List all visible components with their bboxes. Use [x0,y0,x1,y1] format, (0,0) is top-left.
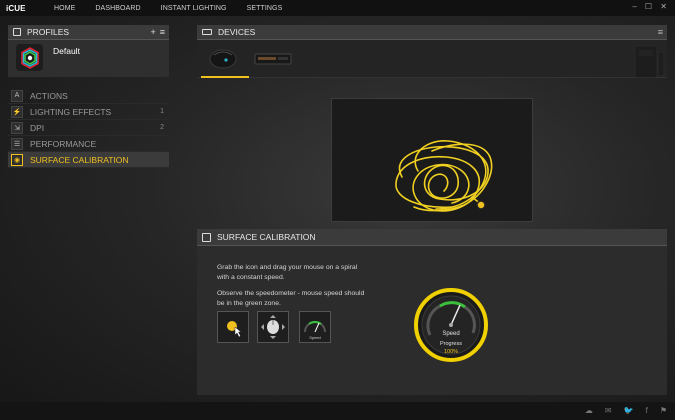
devices-panel: DEVICES ≡ [197,25,667,78]
memory-icon [254,53,292,64]
profile-logo-icon [16,44,43,71]
window-controls: – ☐ ✕ [632,2,667,11]
gauge-progress-label: Progress [440,341,462,347]
device-list [197,40,667,78]
menu-item-actions[interactable]: A ACTIONS [8,88,169,104]
menu-item-label: DPI [30,122,45,133]
mini-speedometer: Speed [299,311,331,343]
mini-gauge-label: Speed [309,335,321,340]
menu-item-label: ACTIONS [30,90,68,101]
devices-header: DEVICES ≡ [197,25,667,40]
target-icon: ◉ [11,153,23,166]
menu-item-surface-calibration[interactable]: ◉ SURFACE CALIBRATION [8,152,169,168]
mouse-move-demo [257,311,289,343]
menu-item-label: LIGHTING EFFECTS [30,106,112,117]
menu-item-count: 1 [160,108,164,115]
profiles-panel: PROFILES + ≡ Default [8,25,169,77]
nav-dashboard[interactable]: DASHBOARD [95,5,140,12]
cloud-icon[interactable]: ☁ [585,406,593,415]
drag-handle-demo [217,311,249,343]
footer-bar: ☁ ✉ 🐦 f ⚑ [0,402,675,420]
profile-name: Default [53,46,80,56]
pc-case-icon [634,45,665,79]
menu-item-label: SURFACE CALIBRATION [30,154,129,165]
close-button[interactable]: ✕ [660,2,667,11]
surface-calibration-title: SURFACE CALIBRATION [217,232,316,242]
nav-settings[interactable]: SETTINGS [247,5,283,12]
speedometer-icon: Speed [304,321,326,340]
spiral-trace [395,140,493,212]
speed-gauge: Speed Progress 100% [413,287,489,363]
instruction-speed: Observe the speedometer - mouse speed sh… [217,290,365,307]
devices-menu-icon[interactable]: ≡ [658,27,663,37]
gauge-progress-value: 100% [444,349,458,355]
menu-item-count: 2 [160,124,164,131]
corsair-icon[interactable]: ⚑ [660,406,667,415]
instruction-spiral: Grab the icon and drag your mouse on a s… [217,264,358,281]
menu-item-lighting-effects[interactable]: ⚡ LIGHTING EFFECTS 1 [8,104,169,120]
nav-instant-lighting[interactable]: INSTANT LIGHTING [161,5,227,12]
app-logo: iCUE [6,3,26,13]
profiles-title: PROFILES [27,27,70,37]
gauge-speed-label: Speed [442,331,459,337]
device-tab-memory[interactable] [251,41,295,77]
title-bar: iCUE HOME DASHBOARD INSTANT LIGHTING SET… [0,0,675,16]
dpi-icon: ⇲ [11,121,23,134]
calibration-trace-area[interactable] [331,98,533,222]
maximize-button[interactable]: ☐ [645,2,652,11]
menu-item-dpi[interactable]: ⇲ DPI 2 [8,120,169,136]
devices-title: DEVICES [218,27,256,37]
performance-icon: ☰ [11,137,23,150]
cursor-icon [227,321,242,338]
facebook-icon[interactable]: f [646,406,648,415]
instructions: Grab the icon and drag your mouse on a s… [217,263,367,315]
menu-item-label: PERFORMANCE [30,138,97,149]
profiles-header: PROFILES + ≡ [8,25,169,40]
profile-list-button[interactable]: ≡ [160,27,165,37]
surface-calibration-panel: SURFACE CALIBRATION Grab the icon and dr… [197,229,667,395]
mouse-icon [209,49,237,68]
edit-icon [202,232,211,242]
keyboard-icon [202,29,212,35]
mouse-arrows-icon [261,315,285,339]
chat-icon[interactable]: ✉ [605,406,612,415]
profiles-icon [13,28,21,36]
surface-calibration-header: SURFACE CALIBRATION [197,229,667,246]
device-tab-mouse[interactable] [201,41,249,78]
profile-item-default[interactable]: Default [8,40,169,77]
nav-home[interactable]: HOME [54,5,75,12]
actions-icon: A [11,89,23,102]
menu-item-performance[interactable]: ☰ PERFORMANCE [8,136,169,152]
twitter-icon[interactable]: 🐦 [624,406,634,415]
lightning-icon: ⚡ [11,105,23,118]
add-profile-button[interactable]: + [150,27,155,37]
settings-menu: A ACTIONS ⚡ LIGHTING EFFECTS 1 ⇲ DPI 2 ☰… [8,88,169,168]
minimize-button[interactable]: – [632,2,637,11]
